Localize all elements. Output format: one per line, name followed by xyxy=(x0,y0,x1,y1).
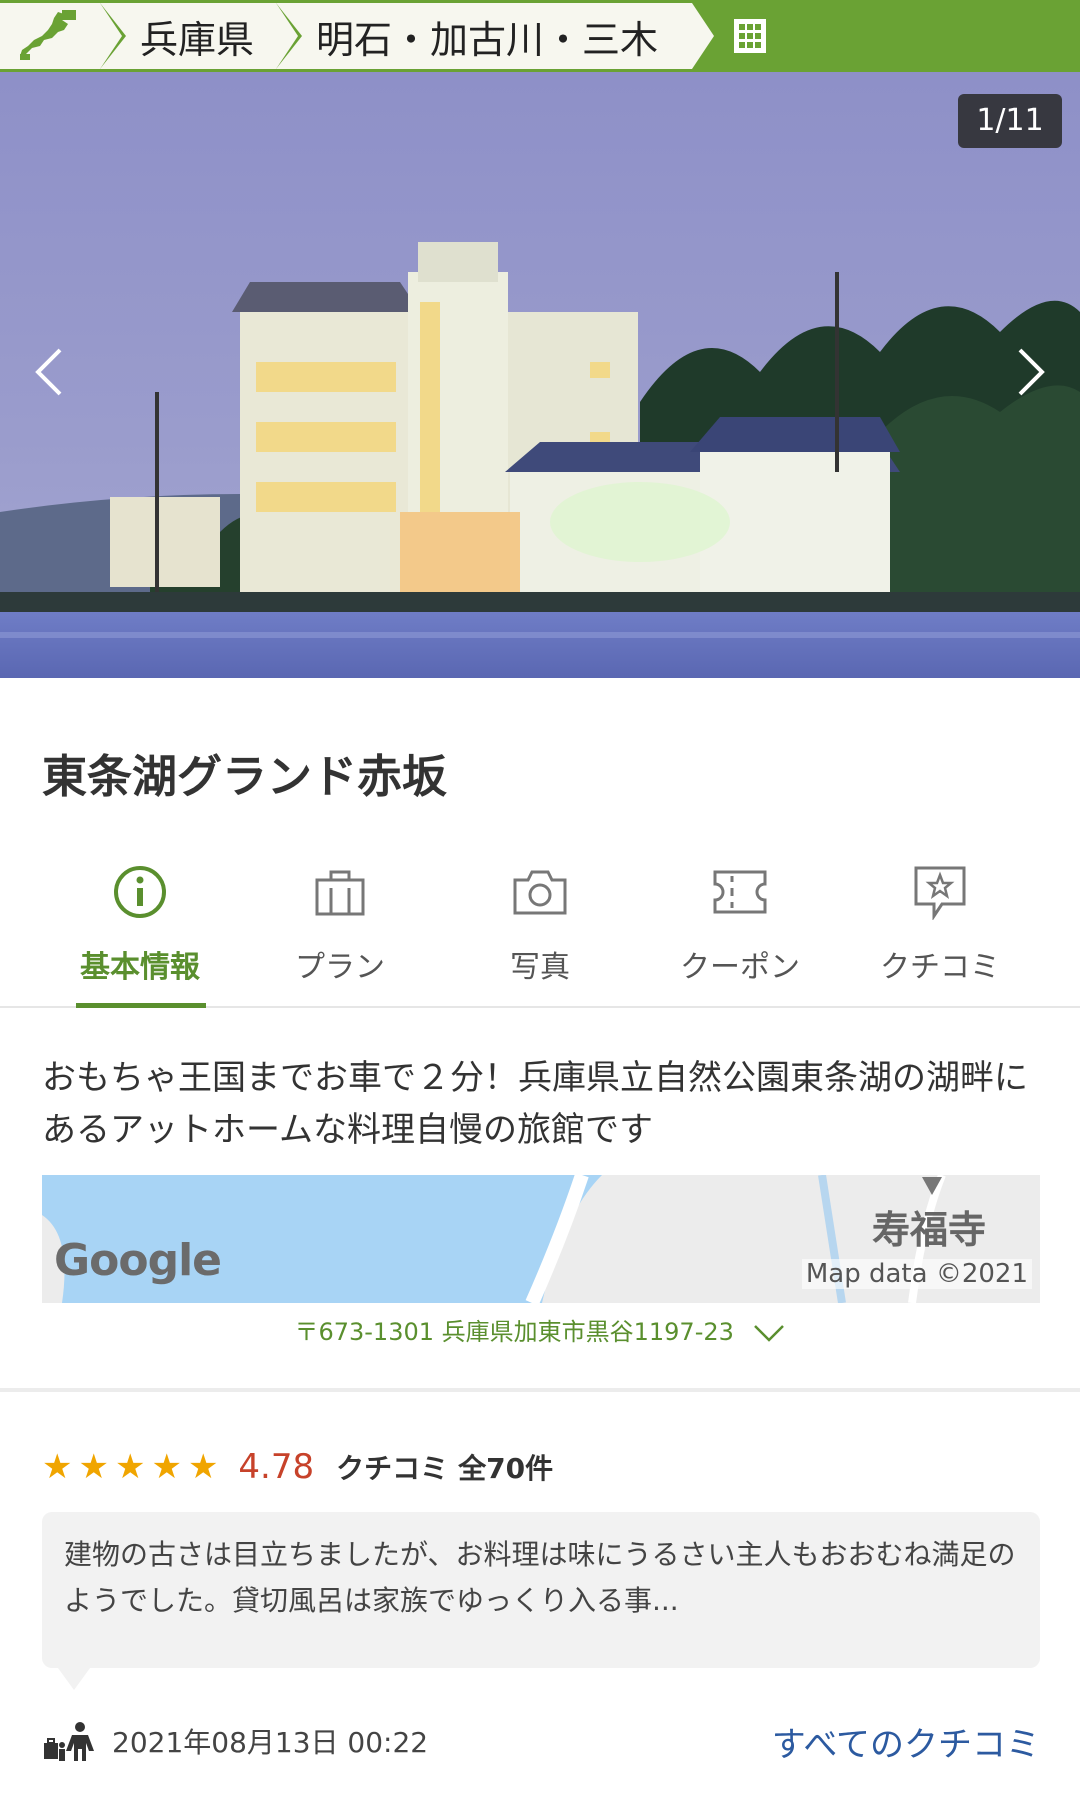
hotel-name: 東条湖グランド赤坂 xyxy=(42,750,448,803)
review-footer: 2021年08月13日 00:22 すべてのクチコミ xyxy=(42,1716,1040,1766)
star-icon: ★ xyxy=(151,1447,182,1487)
breadcrumb-area-label: 明石・加古川・三木 xyxy=(316,17,659,62)
hotel-photo xyxy=(0,72,1080,678)
tab-coupons[interactable]: クーポン xyxy=(640,860,840,1006)
tab-reviews[interactable]: クチコミ xyxy=(840,860,1040,1006)
hotel-description: おもちゃ王国までお車で２分！兵庫県立自然公園東条湖の湖畔にあるアットホームな料理… xyxy=(42,1058,1028,1150)
star-icon: ★ xyxy=(42,1447,73,1487)
family-traveler-icon xyxy=(44,1722,94,1761)
camera-icon xyxy=(513,870,567,915)
star-icon: ★ xyxy=(78,1447,109,1487)
tab-photos[interactable]: 写真 xyxy=(440,860,640,1006)
japan-map-icon xyxy=(20,10,76,60)
review-star-icon xyxy=(914,866,966,920)
review-excerpt[interactable]: 建物の古さは目立ちましたが、お料理は味にうるさい主人もおおむね満足のようでした。… xyxy=(42,1512,1040,1690)
hotel-photo-carousel[interactable]: 1/11 xyxy=(0,72,1080,678)
section-divider xyxy=(0,1388,1080,1392)
chevron-left-icon[interactable] xyxy=(20,342,80,402)
address-text: 〒673-1301 兵庫県加東市黒谷1197-23 xyxy=(294,1318,734,1346)
detail-tabs: 基本情報 プラン 写真 クーポン クチコミ xyxy=(0,860,1080,1008)
all-reviews-link[interactable]: すべてのクチコミ xyxy=(772,1717,1040,1766)
chevron-down-icon xyxy=(753,1325,784,1342)
tab-basic-info[interactable]: 基本情報 xyxy=(40,860,240,1008)
breadcrumb: 兵庫県 明石・加古川・三木 xyxy=(0,0,1080,72)
tab-label: プラン xyxy=(295,950,385,985)
star-icon: ★ xyxy=(187,1447,219,1487)
google-logo: Google xyxy=(54,1235,222,1286)
breadcrumb-prefecture-label: 兵庫県 xyxy=(140,17,255,62)
review-date: 2021年08月13日 00:22 xyxy=(112,1726,429,1759)
tab-label: クーポン xyxy=(680,950,800,985)
tab-label: 基本情報 xyxy=(80,950,200,985)
star-rating: ★ ★ ★ ★ ★ xyxy=(42,1447,224,1487)
ticket-icon xyxy=(713,870,767,914)
breadcrumb-prefecture[interactable]: 兵庫県 xyxy=(100,3,302,69)
map-attribution: Map data ©2021 xyxy=(801,1259,1032,1289)
chevron-right-icon[interactable] xyxy=(1000,342,1060,402)
review-score: 4.78 xyxy=(238,1447,315,1487)
tab-label: クチコミ xyxy=(880,950,1000,985)
review-count: 全70件 xyxy=(458,1452,554,1485)
tab-label: 写真 xyxy=(510,950,570,985)
bag-icon xyxy=(315,870,365,916)
review-label: クチコミ xyxy=(336,1452,449,1485)
photo-counter: 1/11 xyxy=(958,94,1062,148)
tab-plans[interactable]: プラン xyxy=(240,860,440,1006)
review-excerpt-text: 建物の古さは目立ちましたが、お料理は味にうるさい主人もおおむね満足のようでした。… xyxy=(64,1538,1016,1617)
building-icon xyxy=(720,3,780,69)
address-row[interactable]: 〒673-1301 兵庫県加東市黒谷1197-23 xyxy=(0,1312,1080,1347)
breadcrumb-home[interactable] xyxy=(0,3,126,69)
info-icon xyxy=(114,866,166,918)
review-summary: ★ ★ ★ ★ ★ 4.78 クチコミ 全70件 xyxy=(42,1442,553,1492)
map-place-label: 寿福寺 xyxy=(872,1208,987,1252)
star-icon: ★ xyxy=(114,1447,146,1487)
breadcrumb-area[interactable]: 明石・加古川・三木 xyxy=(276,3,718,69)
map-thumbnail[interactable]: 寿福寺 Google Map data ©2021 xyxy=(42,1175,1040,1303)
